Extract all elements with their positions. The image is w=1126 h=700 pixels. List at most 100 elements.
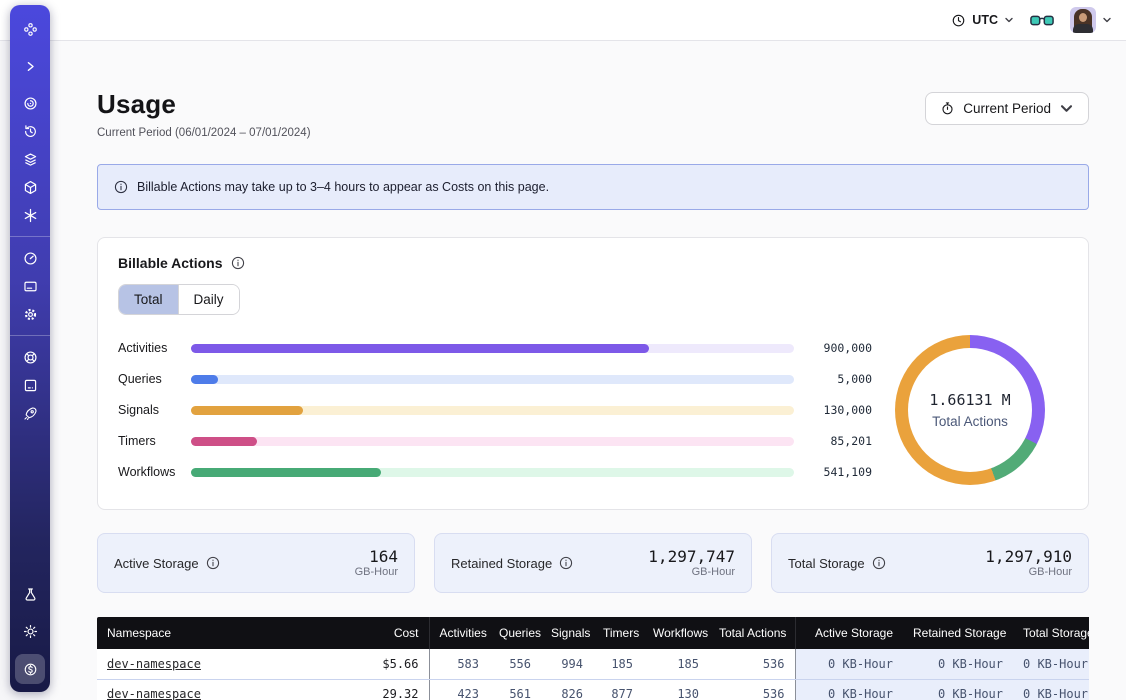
sidebar-item-billing[interactable] [15,272,45,300]
page-title: Usage [97,89,311,120]
bar-fill [191,344,649,353]
cost-cell: $5.66 [351,649,429,679]
sidebar-item-workflows[interactable] [15,173,45,201]
bar-track [191,375,794,384]
storage-cell: 0 KB-Hour [1013,649,1089,679]
metric-cell: 583 [429,649,489,679]
page-subtitle: Current Period (06/01/2024 – 07/01/2024) [97,127,311,139]
bar-label: Workflows [118,465,191,479]
storage-card-label: Retained Storage [451,556,552,571]
cost-cell: 29.32 [351,679,429,700]
column-header-total-storage: Total Storage [1013,617,1089,649]
metric-cell: 561 [489,679,541,700]
bar-row-queries: Queries 5,000 [118,372,872,386]
info-icon[interactable] [206,556,220,570]
storage-card-label: Active Storage [114,556,199,571]
column-header-timers: Timers [593,617,643,649]
storage-cell: 0 KB-Hour [903,679,1013,700]
table-header-row: NamespaceCostActivitiesQueriesSignalsTim… [97,617,1089,649]
sidebar-item-expand[interactable] [15,52,45,80]
sidebar-nav [10,5,50,692]
user-menu[interactable] [1070,7,1112,33]
donut-center-label: Total Actions [932,414,1008,429]
sidebar-item-getting-started[interactable] [15,399,45,427]
tab-total[interactable]: Total [119,285,178,314]
bar-track [191,406,794,415]
bar-label: Activities [118,341,191,355]
storage-card-value: 1,297,747 [648,548,735,566]
glasses-icon [1030,13,1054,28]
bar-value: 5,000 [810,372,872,386]
period-selector-button[interactable]: Current Period [925,92,1089,125]
bar-row-timers: Timers 85,201 [118,434,872,448]
sidebar-item-home[interactable] [15,15,45,43]
bar-value: 900,000 [810,341,872,355]
storage-card-active-storage: Active Storage164GB-Hour [97,533,415,593]
info-icon [114,180,128,194]
bar-fill [191,406,303,415]
info-icon[interactable] [872,556,886,570]
storage-cell: 0 KB-Hour [903,649,1013,679]
column-header-signals: Signals [541,617,593,649]
timezone-selector[interactable]: UTC [951,13,1014,28]
bar-label: Signals [118,403,191,417]
namespace-usage-table-wrap: NamespaceCostActivitiesQueriesSignalsTim… [97,617,1089,700]
sidebar-item-lab[interactable] [15,580,45,608]
life-ring-icon [22,349,39,366]
sidebar-item-deployments[interactable] [15,145,45,173]
column-header-queries: Queries [489,617,541,649]
metric-cell: 130 [643,679,709,700]
chevron-down-icon [1004,15,1014,25]
info-icon[interactable] [559,556,573,570]
bar-label: Queries [118,372,191,386]
sidebar-item-usage[interactable] [15,244,45,272]
column-header-retained-storage: Retained Storage [903,617,1013,649]
total-actions-donut: 1.66131 M Total Actions [895,335,1045,485]
column-header-active-storage: Active Storage [795,617,903,649]
clock-icon [951,13,966,28]
metric-cell: 185 [643,649,709,679]
tab-daily[interactable]: Daily [178,285,239,314]
metric-cell: 423 [429,679,489,700]
sun-icon [22,623,39,640]
gauge-icon [22,250,39,267]
gear-icon [22,306,39,323]
namespace-link[interactable]: dev-namespace [107,657,201,671]
sidebar-item-docs[interactable] [15,371,45,399]
sidebar-divider [10,236,50,237]
bar-value: 85,201 [810,434,872,448]
bar-row-workflows: Workflows541,109 [118,465,872,479]
column-header-total-actions: Total Actions [709,617,795,649]
sidebar-item-costs[interactable] [15,654,45,684]
storage-card-total-storage: Total Storage1,297,910GB-Hour [771,533,1089,593]
storage-cell: 0 KB-Hour [795,679,903,700]
sidebar-item-support[interactable] [15,343,45,371]
bar-row-activities: Activities 900,000 [118,341,872,355]
info-icon[interactable] [231,256,245,270]
chevron-right-icon [22,58,39,75]
storage-card-value: 164 [355,548,398,566]
card-icon [22,278,39,295]
info-banner: Billable Actions may take up to 3–4 hour… [97,164,1089,210]
flask-icon [22,586,39,603]
rocket-icon [22,405,39,422]
sidebar-item-settings[interactable] [15,300,45,328]
chevron-down-icon [1059,101,1074,116]
bar-track [191,468,794,477]
metric-cell: 877 [593,679,643,700]
feedback-button[interactable] [1030,13,1054,28]
chevron-down-icon [1102,15,1112,25]
billable-actions-card: Billable Actions Total Daily Activities9… [97,237,1089,510]
sidebar-item-namespaces[interactable] [15,89,45,117]
bar-track [191,437,794,446]
namespace-link[interactable]: dev-namespace [107,687,201,700]
main-content: Usage Current Period (06/01/2024 – 07/01… [50,41,1126,700]
sidebar-item-nexus[interactable] [15,201,45,229]
bar-fill [191,468,381,477]
layers-icon [22,151,39,168]
sidebar-item-theme[interactable] [15,617,45,645]
metric-cell: 826 [541,679,593,700]
total-daily-tabs: Total Daily [118,284,240,315]
bar-label: Timers [118,434,191,448]
sidebar-item-schedules[interactable] [15,117,45,145]
